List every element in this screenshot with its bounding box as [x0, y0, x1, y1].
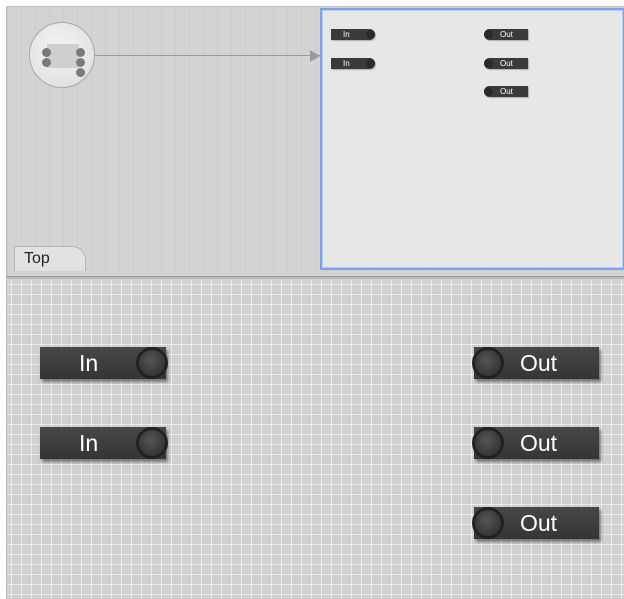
port-connector-icon	[366, 59, 375, 68]
port-connector-icon[interactable]	[472, 427, 504, 459]
mini-port-label: In	[343, 59, 350, 68]
mini-input-port: In	[331, 29, 375, 40]
node-input-pin-icon	[42, 58, 51, 67]
port-connector-icon	[366, 30, 375, 39]
port-connector-icon	[484, 30, 493, 39]
output-port-label: Out	[520, 430, 558, 456]
port-connector-icon[interactable]	[472, 347, 504, 379]
mini-output-port: Out	[484, 86, 528, 97]
mini-port-label: Out	[500, 87, 513, 96]
node-output-pin-icon	[76, 68, 85, 77]
output-port-block[interactable]: Out	[472, 427, 599, 459]
input-port-block[interactable]: In	[40, 427, 168, 459]
port-connector-icon	[484, 59, 493, 68]
node-input-pin-icon	[42, 48, 51, 57]
tab-top[interactable]: Top	[14, 246, 86, 271]
node-output-pin-icon	[76, 58, 85, 67]
port-connector-icon	[484, 87, 493, 96]
input-port-block[interactable]: In	[40, 347, 168, 379]
overview-viewport-rect[interactable]: In In Out Out Out	[320, 8, 624, 270]
output-port-block[interactable]: Out	[472, 347, 599, 379]
tab-top-label: Top	[24, 250, 50, 267]
subsystem-node[interactable]	[29, 22, 95, 88]
mini-output-port: Out	[484, 29, 528, 40]
mini-port-label: In	[343, 30, 350, 39]
overview-link-line	[95, 55, 320, 56]
input-port-label: In	[79, 350, 99, 376]
port-connector-icon[interactable]	[136, 347, 168, 379]
editor-window: In In Out Out Out Top In In Out Out Out	[0, 0, 624, 599]
mini-input-port: In	[331, 58, 375, 69]
node-body	[47, 44, 79, 68]
mini-port-label: Out	[500, 59, 513, 68]
overview-panel[interactable]: In In Out Out Out Top	[6, 6, 624, 278]
output-port-label: Out	[520, 350, 558, 376]
input-port-label: In	[79, 430, 99, 456]
port-connector-icon[interactable]	[136, 427, 168, 459]
arrow-right-icon	[310, 50, 320, 62]
mini-port-label: Out	[500, 30, 513, 39]
mini-output-port: Out	[484, 58, 528, 69]
output-port-label: Out	[520, 510, 558, 536]
port-connector-icon[interactable]	[472, 507, 504, 539]
node-output-pin-icon	[76, 48, 85, 57]
diagram-canvas[interactable]: In In Out Out Out	[6, 280, 624, 599]
output-port-block[interactable]: Out	[472, 507, 599, 539]
